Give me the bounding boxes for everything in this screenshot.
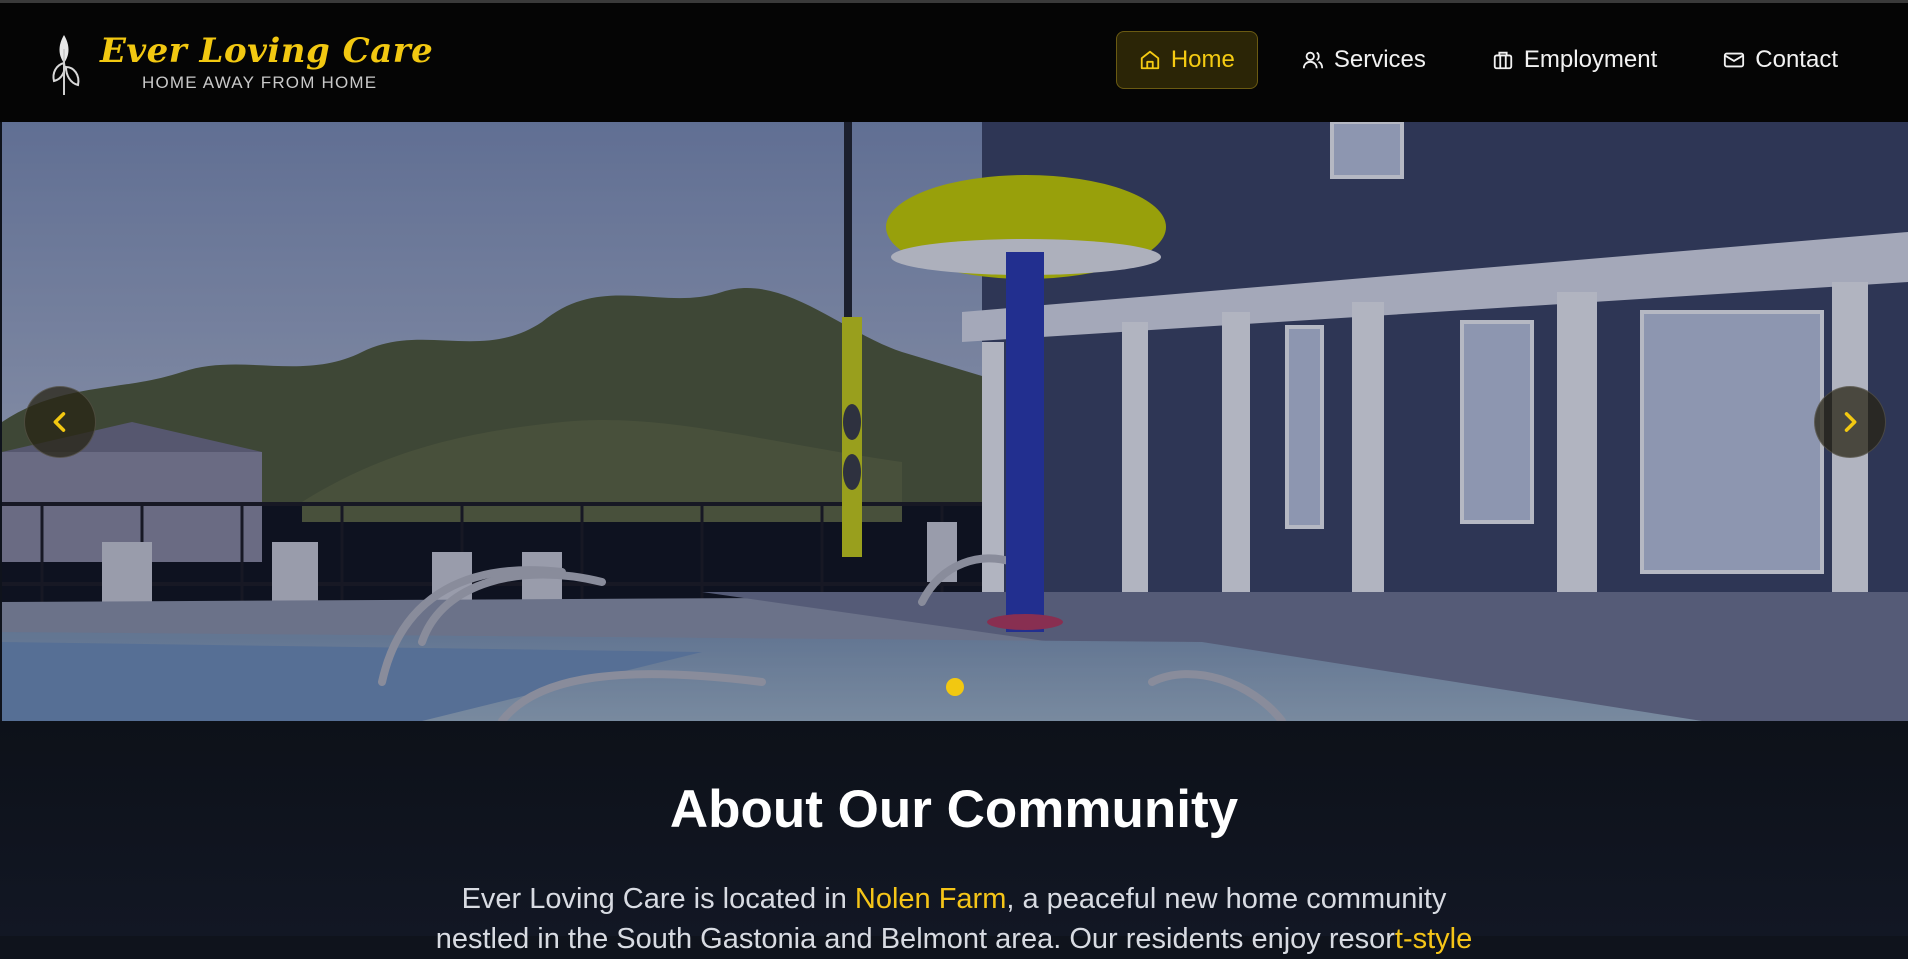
nav-services-label: Services [1333, 46, 1426, 73]
brand-title: Ever Loving Care [100, 31, 434, 71]
mail-icon [1724, 52, 1745, 68]
about-text-line2: nestled in the South Gastonia and Belmon… [435, 923, 1395, 955]
about-text: Ever Loving Care is located in Nolen Far… [354, 879, 1554, 959]
nav-employment-label: Employment [1523, 46, 1658, 73]
users-icon [1302, 51, 1323, 69]
nav-employment[interactable]: Employment [1470, 31, 1679, 89]
chevron-left-icon [53, 412, 66, 432]
briefcase-icon [1493, 51, 1513, 70]
chevron-right-icon [1844, 412, 1857, 432]
nav-home[interactable]: Home [1115, 31, 1258, 89]
carousel-prev-button[interactable] [24, 386, 96, 458]
resort-style-highlight: t-style [1394, 923, 1473, 955]
main-nav: Home Services Employment Contact [1115, 31, 1860, 89]
nav-contact[interactable]: Contact [1701, 31, 1860, 89]
home-icon [1140, 50, 1159, 70]
about-text-rest: , a peaceful new home community [1006, 883, 1447, 915]
hero-carousel [2, 122, 1908, 721]
carousel-dot-active[interactable] [946, 678, 964, 696]
nav-services[interactable]: Services [1280, 31, 1448, 89]
carousel-next-button[interactable] [1814, 386, 1886, 458]
about-text-intro: Ever Loving Care is located in [461, 883, 855, 915]
nolen-farm-highlight: Nolen Farm [854, 883, 1007, 915]
logo[interactable]: Ever Loving Care HOME AWAY FROM HOME [48, 29, 433, 99]
nav-home-label: Home [1170, 46, 1235, 73]
hero-slide-image [2, 122, 1908, 721]
site-header: Ever Loving Care HOME AWAY FROM HOME Hom… [0, 3, 1908, 122]
brand-tagline: HOME AWAY FROM HOME [142, 73, 378, 92]
wheat-leaf-icon [52, 35, 80, 95]
about-heading: About Our Community [669, 780, 1239, 839]
about-section: About Our Community Ever Loving Care is … [0, 721, 1908, 955]
nav-contact-label: Contact [1755, 46, 1838, 73]
